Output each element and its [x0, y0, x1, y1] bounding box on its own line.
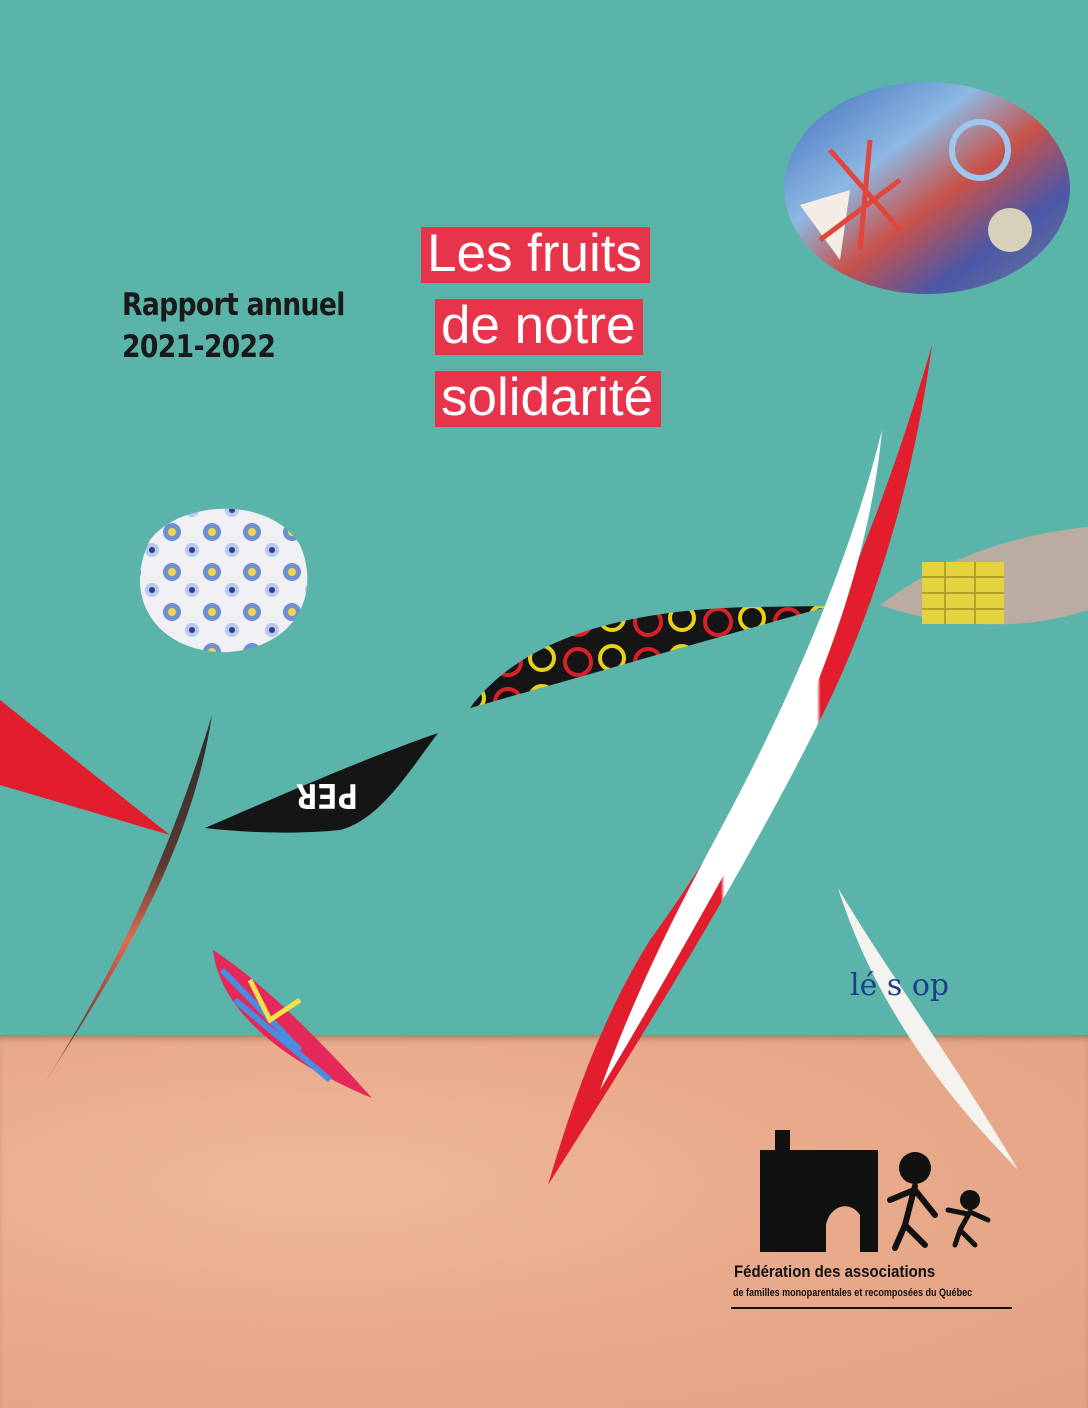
page-sliver — [838, 888, 1018, 1170]
flower-egg — [139, 508, 308, 653]
collage-artwork: PER lé s op — [0, 82, 1088, 1252]
organization-name: Fédération des associations — [734, 1262, 936, 1281]
report-cover: PER lé s op Rapport annuel 2021-2022 Les… — [0, 0, 1088, 1408]
handprint-sliver — [213, 950, 372, 1098]
graffiti-oval — [784, 82, 1070, 294]
organization-subtitle: de familles monoparentales et recomposée… — [733, 1287, 973, 1299]
report-year: 2021-2022 — [122, 329, 276, 365]
title-line-2: de notre — [435, 299, 644, 355]
report-label: Rapport annuel 2021-2022 — [122, 284, 346, 368]
svg-text:PER: PER — [296, 775, 358, 815]
report-label-line1: Rapport annuel — [122, 287, 345, 323]
federation-logo — [760, 1130, 991, 1252]
red-wedge — [0, 700, 170, 835]
logo-underline — [731, 1307, 1012, 1309]
title-line-1: Les fruits — [421, 227, 651, 283]
svg-text:lé s op: lé s op — [850, 968, 949, 1003]
title-line-3: solidarité — [435, 371, 662, 427]
cover-title: Les fruits de notre solidarité — [421, 218, 741, 434]
rings-sliver — [470, 606, 830, 708]
